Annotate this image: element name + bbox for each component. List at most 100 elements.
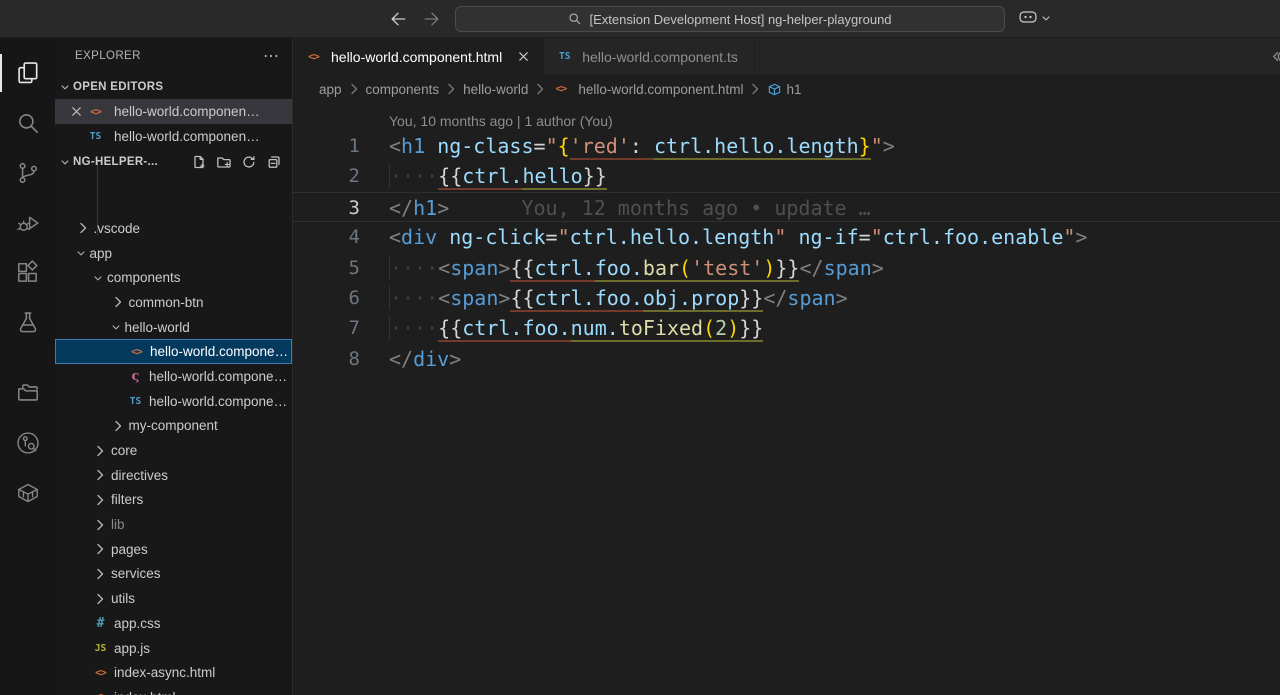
sidebar-title: EXPLORER bbox=[75, 50, 141, 62]
activity-gitlens-icon[interactable] bbox=[0, 418, 55, 468]
breadcrumb-item[interactable]: app bbox=[319, 82, 342, 97]
code-line-5[interactable]: 5 ····<span>{{ctrl.foo.bar('test')}}</spa… bbox=[293, 253, 1280, 283]
open-editors-header[interactable]: OPEN EDITORS bbox=[55, 74, 292, 99]
code-line-4[interactable]: 4 <div ng-click="ctrl.hello.length" ng-if… bbox=[293, 222, 1280, 252]
breadcrumb-item[interactable]: h1 bbox=[767, 82, 801, 97]
tree-item-label: components bbox=[107, 270, 181, 286]
tree-folder-components[interactable]: components bbox=[55, 265, 292, 290]
refresh-icon[interactable] bbox=[241, 154, 257, 170]
tree-item-label: utils bbox=[111, 591, 136, 607]
code-line-3[interactable]: 3 </h1> You, 12 months ago • update … bbox=[293, 191, 1280, 223]
html-file-icon: <> bbox=[308, 50, 320, 63]
activity-folders-icon[interactable] bbox=[0, 368, 55, 418]
line-number: 6 bbox=[348, 286, 360, 309]
chevron-right-icon bbox=[92, 492, 108, 508]
chevron-right-icon bbox=[92, 566, 108, 582]
chevron-down-icon bbox=[59, 81, 71, 93]
tree-folder-filters[interactable]: filters bbox=[55, 488, 292, 513]
js-file-icon: JS bbox=[94, 642, 107, 654]
activity-extensions-icon[interactable] bbox=[0, 248, 55, 298]
search-icon bbox=[568, 12, 582, 26]
whitespace-dots: ···· bbox=[389, 316, 439, 341]
breadcrumb: app components hello-world <> hello-world.co… bbox=[293, 75, 1280, 103]
open-editor-item[interactable]: <> hello-world.component.html bbox=[55, 99, 292, 124]
tree-folder-app[interactable]: app bbox=[55, 241, 292, 266]
whitespace-dots: ···· bbox=[389, 255, 439, 280]
css-file-icon: # bbox=[96, 615, 105, 631]
new-file-icon[interactable] bbox=[191, 154, 207, 170]
activity-search-icon[interactable] bbox=[0, 98, 55, 148]
breadcrumb-item[interactable]: <> hello-world.component.html bbox=[552, 81, 744, 97]
tree-item-label: core bbox=[111, 443, 138, 459]
tree-item-label: lib bbox=[111, 517, 125, 533]
activity-run-debug-icon[interactable] bbox=[0, 198, 55, 248]
codelens[interactable]: You, 10 months ago | 1 author (You) bbox=[293, 103, 1280, 131]
tree-item-label: app bbox=[89, 245, 113, 261]
back-icon[interactable] bbox=[388, 9, 408, 29]
copilot-menu[interactable] bbox=[1018, 7, 1052, 32]
code-line-6[interactable]: 6 ····<span>{{ctrl.foo.obj.prop}}</span> bbox=[293, 283, 1280, 313]
open-editor-item[interactable]: TS hello-world.component.ts bbox=[55, 124, 292, 149]
line-number: 5 bbox=[348, 256, 360, 279]
scss-file-icon: ς bbox=[131, 368, 140, 384]
ts-file-icon: TS bbox=[89, 131, 102, 142]
close-icon[interactable] bbox=[516, 49, 531, 64]
tree-folder-utils[interactable]: utils bbox=[55, 586, 292, 611]
close-icon[interactable] bbox=[69, 104, 87, 119]
tree-folder-lib[interactable]: lib bbox=[55, 512, 292, 537]
workspace-section-header[interactable]: NG-HELPER-... bbox=[55, 149, 292, 174]
code-line-7[interactable]: 7 ····{{ctrl.foo.num.toFixed(2)}} bbox=[293, 313, 1280, 343]
line-number: 2 bbox=[348, 165, 360, 188]
activity-testing-icon[interactable] bbox=[0, 298, 55, 348]
tree-file-index.html[interactable]: <> index.html bbox=[55, 685, 292, 695]
tab-hello-world.component.html[interactable]: <> hello-world.component.html bbox=[293, 38, 545, 75]
whitespace-dots: ···· bbox=[389, 285, 439, 310]
chevron-right-icon bbox=[92, 467, 108, 483]
chevron-right-icon bbox=[747, 81, 763, 97]
tree-folder-my-component[interactable]: my-component bbox=[55, 414, 292, 439]
tab-hello-world.component.ts[interactable]: TS hello-world.component.ts bbox=[544, 38, 755, 75]
tab-label: hello-world.component.ts bbox=[582, 48, 738, 65]
tree-folder-common-btn[interactable]: common-btn bbox=[55, 290, 292, 315]
line-number: 4 bbox=[348, 226, 360, 249]
tree-file-hello-world.component.ts[interactable]: TS hello-world.component.ts bbox=[55, 389, 292, 414]
tree-item-label: hello-world bbox=[124, 319, 190, 335]
chevron-right-icon bbox=[110, 294, 126, 310]
forward-icon[interactable] bbox=[422, 9, 442, 29]
tree-file-index-async.html[interactable]: <> index-async.html bbox=[55, 660, 292, 685]
tree-item-label: app.css bbox=[114, 615, 161, 631]
tree-item-label: index.html bbox=[114, 690, 176, 695]
code-line-8[interactable]: 8 </div> bbox=[293, 344, 1280, 374]
tree-folder-hello-world[interactable]: hello-world bbox=[55, 315, 292, 340]
code-line-2[interactable]: 2 ····{{ctrl.hello}} bbox=[293, 161, 1280, 191]
tree-file-app.css[interactable]: # app.css bbox=[55, 611, 292, 636]
tree-item-label: common-btn bbox=[128, 294, 204, 310]
activity-container-icon[interactable] bbox=[0, 468, 55, 518]
editor-group: <> hello-world.component.html TS hello-worl… bbox=[293, 38, 1280, 695]
html-file-icon: <> bbox=[95, 666, 107, 679]
tree-file-hello-world.component.html[interactable]: <> hello-world.component.html bbox=[55, 339, 292, 365]
tree-file-hello-world.component.scss[interactable]: ς hello-world.component.scss bbox=[55, 364, 292, 389]
breadcrumb-item[interactable]: hello-world bbox=[463, 82, 528, 97]
tree-folder-.vscode[interactable]: .vscode bbox=[55, 216, 292, 241]
activity-explorer-icon[interactable] bbox=[0, 48, 55, 98]
new-folder-icon[interactable] bbox=[216, 154, 232, 170]
tree-folder-core[interactable]: core bbox=[55, 438, 292, 463]
tree-folder-pages[interactable]: pages bbox=[55, 537, 292, 562]
command-center-search[interactable]: [Extension Development Host] ng-helper-p… bbox=[455, 6, 1005, 32]
tree-item-label: hello-world.component.html bbox=[150, 344, 291, 360]
code-editor[interactable]: You, 10 months ago | 1 author (You) 1 <h1… bbox=[293, 103, 1280, 695]
tree-item-label: directives bbox=[111, 467, 169, 483]
breadcrumb-item[interactable]: components bbox=[366, 82, 440, 97]
chevron-right-icon bbox=[92, 541, 108, 557]
tree-file-app.js[interactable]: JS app.js bbox=[55, 636, 292, 661]
tree-folder-services[interactable]: services bbox=[55, 562, 292, 587]
code-line-1[interactable]: 1 <h1 ng-class="{'red': ctrl.hello.length… bbox=[293, 131, 1280, 161]
collapse-all-icon[interactable] bbox=[266, 154, 282, 170]
more-actions-icon[interactable]: ⋯ bbox=[263, 46, 280, 66]
tree-folder-directives[interactable]: directives bbox=[55, 463, 292, 488]
activity-source-control-icon[interactable] bbox=[0, 148, 55, 198]
chevron-down-icon bbox=[75, 247, 87, 259]
tree-item-label: my-component bbox=[128, 418, 218, 434]
editor-actions-icon[interactable] bbox=[1270, 48, 1280, 65]
